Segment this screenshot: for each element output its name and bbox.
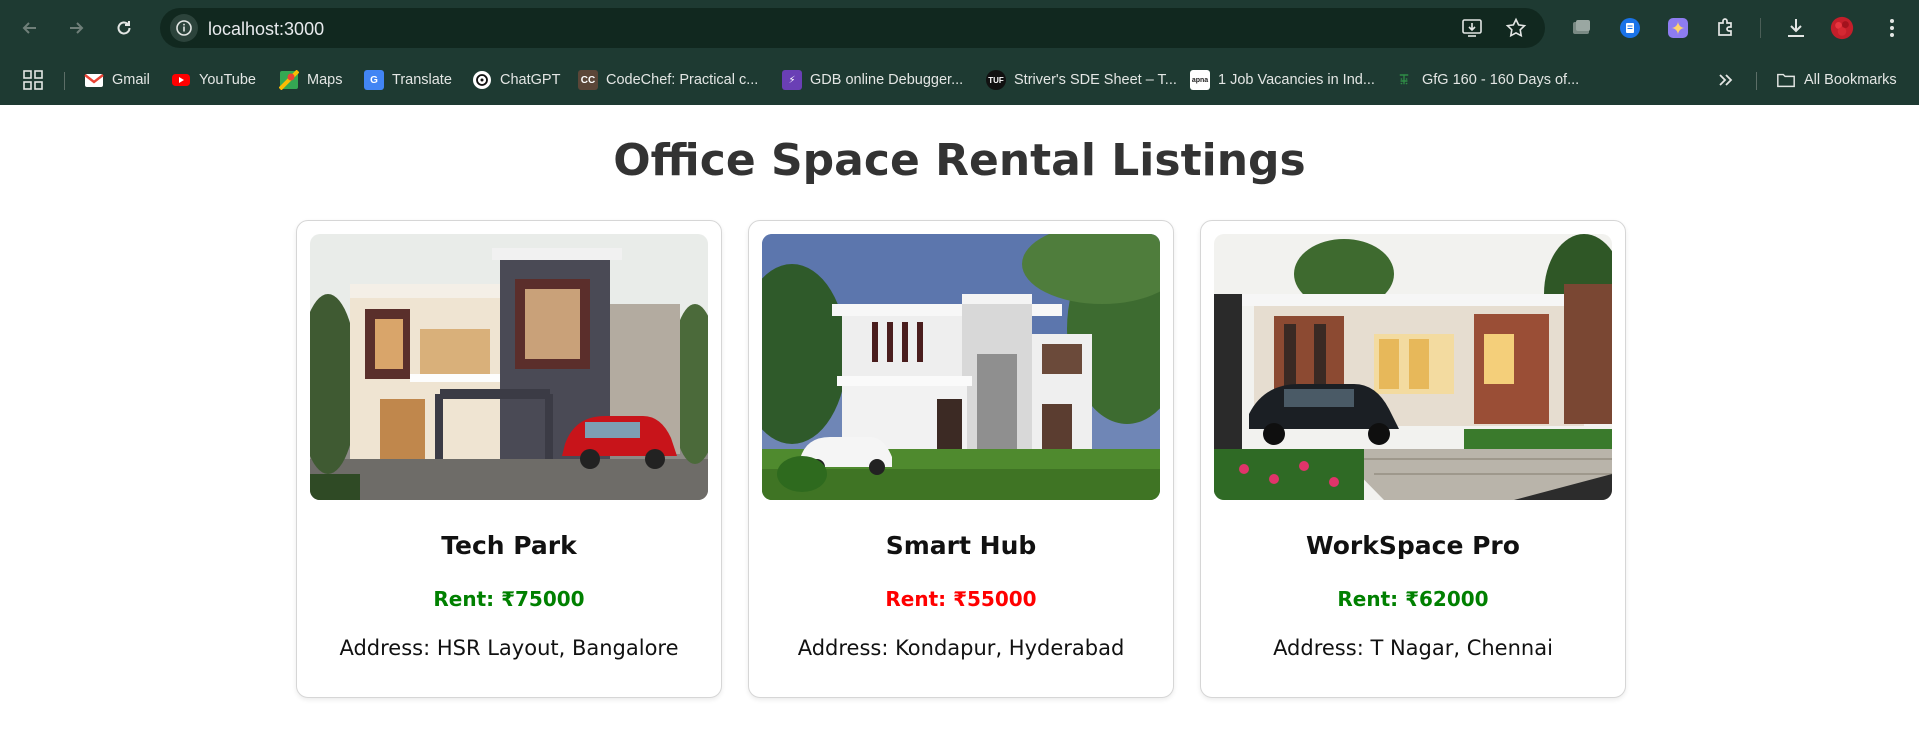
url-text[interactable]: localhost:3000	[208, 19, 324, 40]
bookmark-gdb[interactable]: ⚡ GDB online Debugger...	[782, 68, 963, 92]
bookmarks-bar: Gmail YouTube Maps G Translate ChatGPT C…	[0, 56, 1919, 105]
listing-card: Tech Park Rent: ₹75000 Address: HSR Layo…	[296, 220, 722, 698]
listing-name: Tech Park	[441, 531, 577, 560]
reload-icon	[117, 21, 131, 35]
listing-rent: Rent: ₹62000	[1337, 587, 1489, 611]
gdb-icon: ⚡	[782, 70, 802, 90]
bookmark-maps[interactable]: Maps	[279, 68, 342, 92]
folder-icon	[1776, 70, 1796, 90]
white-house-photo	[762, 234, 1160, 500]
all-bookmarks-button[interactable]: All Bookmarks	[1776, 68, 1897, 92]
bookmark-youtube[interactable]: YouTube	[171, 68, 256, 92]
browser-toolbar: localhost:3000	[0, 0, 1919, 56]
apps-grid-icon[interactable]	[22, 68, 44, 92]
docs-extension-icon[interactable]	[1618, 16, 1642, 40]
download-icon[interactable]	[1784, 16, 1808, 40]
listing-card: Smart Hub Rent: ₹55000 Address: Kondapur…	[748, 220, 1174, 698]
toolbar-divider	[1760, 18, 1761, 38]
forward-button[interactable]	[60, 12, 92, 44]
listing-address: Address: Kondapur, Hyderabad	[797, 636, 1125, 660]
reload-button[interactable]	[108, 12, 140, 44]
listing-rent: Rent: ₹55000	[885, 587, 1037, 611]
bookmark-striver[interactable]: TUF Striver's SDE Sheet – T...	[986, 68, 1177, 92]
address-bar[interactable]: localhost:3000	[160, 8, 1545, 48]
arrow-right-icon	[70, 22, 84, 34]
listing-name: Smart Hub	[885, 531, 1037, 560]
tuf-icon: TUF	[986, 70, 1006, 90]
site-info-icon[interactable]	[170, 14, 198, 42]
bookmark-translate[interactable]: G Translate	[364, 68, 452, 92]
bookmarks-divider	[64, 72, 65, 90]
profile-avatar-icon[interactable]	[1830, 16, 1854, 40]
extensions-puzzle-icon[interactable]	[1714, 16, 1738, 40]
bookmark-apna[interactable]: apna 1 Job Vacancies in Ind...	[1190, 68, 1375, 92]
gemini-extension-icon[interactable]	[1666, 16, 1690, 40]
maps-icon	[279, 70, 299, 90]
apna-icon: apna	[1190, 70, 1210, 90]
listing-card: WorkSpace Pro Rent: ₹62000 Address: T Na…	[1200, 220, 1626, 698]
youtube-icon	[171, 70, 191, 90]
page-content: Office Space Rental Listings Tech Park R…	[0, 105, 1919, 749]
bookmark-gfg[interactable]: ꔯ GfG 160 - 160 Days of...	[1394, 68, 1579, 92]
listing-name: WorkSpace Pro	[1306, 531, 1520, 560]
install-app-icon[interactable]	[1460, 16, 1484, 40]
translate-icon: G	[364, 70, 384, 90]
codechef-icon: CC	[578, 70, 598, 90]
chatgpt-icon	[472, 70, 492, 90]
back-button[interactable]	[14, 12, 46, 44]
bookmark-codechef[interactable]: CC CodeChef: Practical c...	[578, 68, 758, 92]
bookmark-gmail[interactable]: Gmail	[84, 68, 150, 92]
bookmarks-divider-right	[1756, 72, 1757, 90]
listing-rent: Rent: ₹75000	[433, 587, 585, 611]
kebab-menu-icon[interactable]	[1880, 16, 1904, 40]
bookmark-star-icon[interactable]	[1504, 16, 1528, 40]
more-bookmarks-chevron-icon[interactable]	[1716, 68, 1736, 92]
page-title: Office Space Rental Listings	[613, 135, 1306, 186]
house-with-car-photo	[1214, 234, 1612, 500]
modern-house-photo	[310, 234, 708, 500]
listing-address: Address: T Nagar, Chennai	[1273, 636, 1553, 660]
listing-address: Address: HSR Layout, Bangalore	[339, 636, 679, 660]
arrow-left-icon	[22, 22, 36, 34]
tab-search-icon[interactable]	[1570, 16, 1594, 40]
gmail-icon	[84, 70, 104, 90]
bookmark-chatgpt[interactable]: ChatGPT	[472, 68, 560, 92]
gfg-icon: ꔯ	[1399, 72, 1409, 87]
browser-chrome: localhost:3000 Gmail YouTube Maps G Tran…	[0, 0, 1919, 105]
